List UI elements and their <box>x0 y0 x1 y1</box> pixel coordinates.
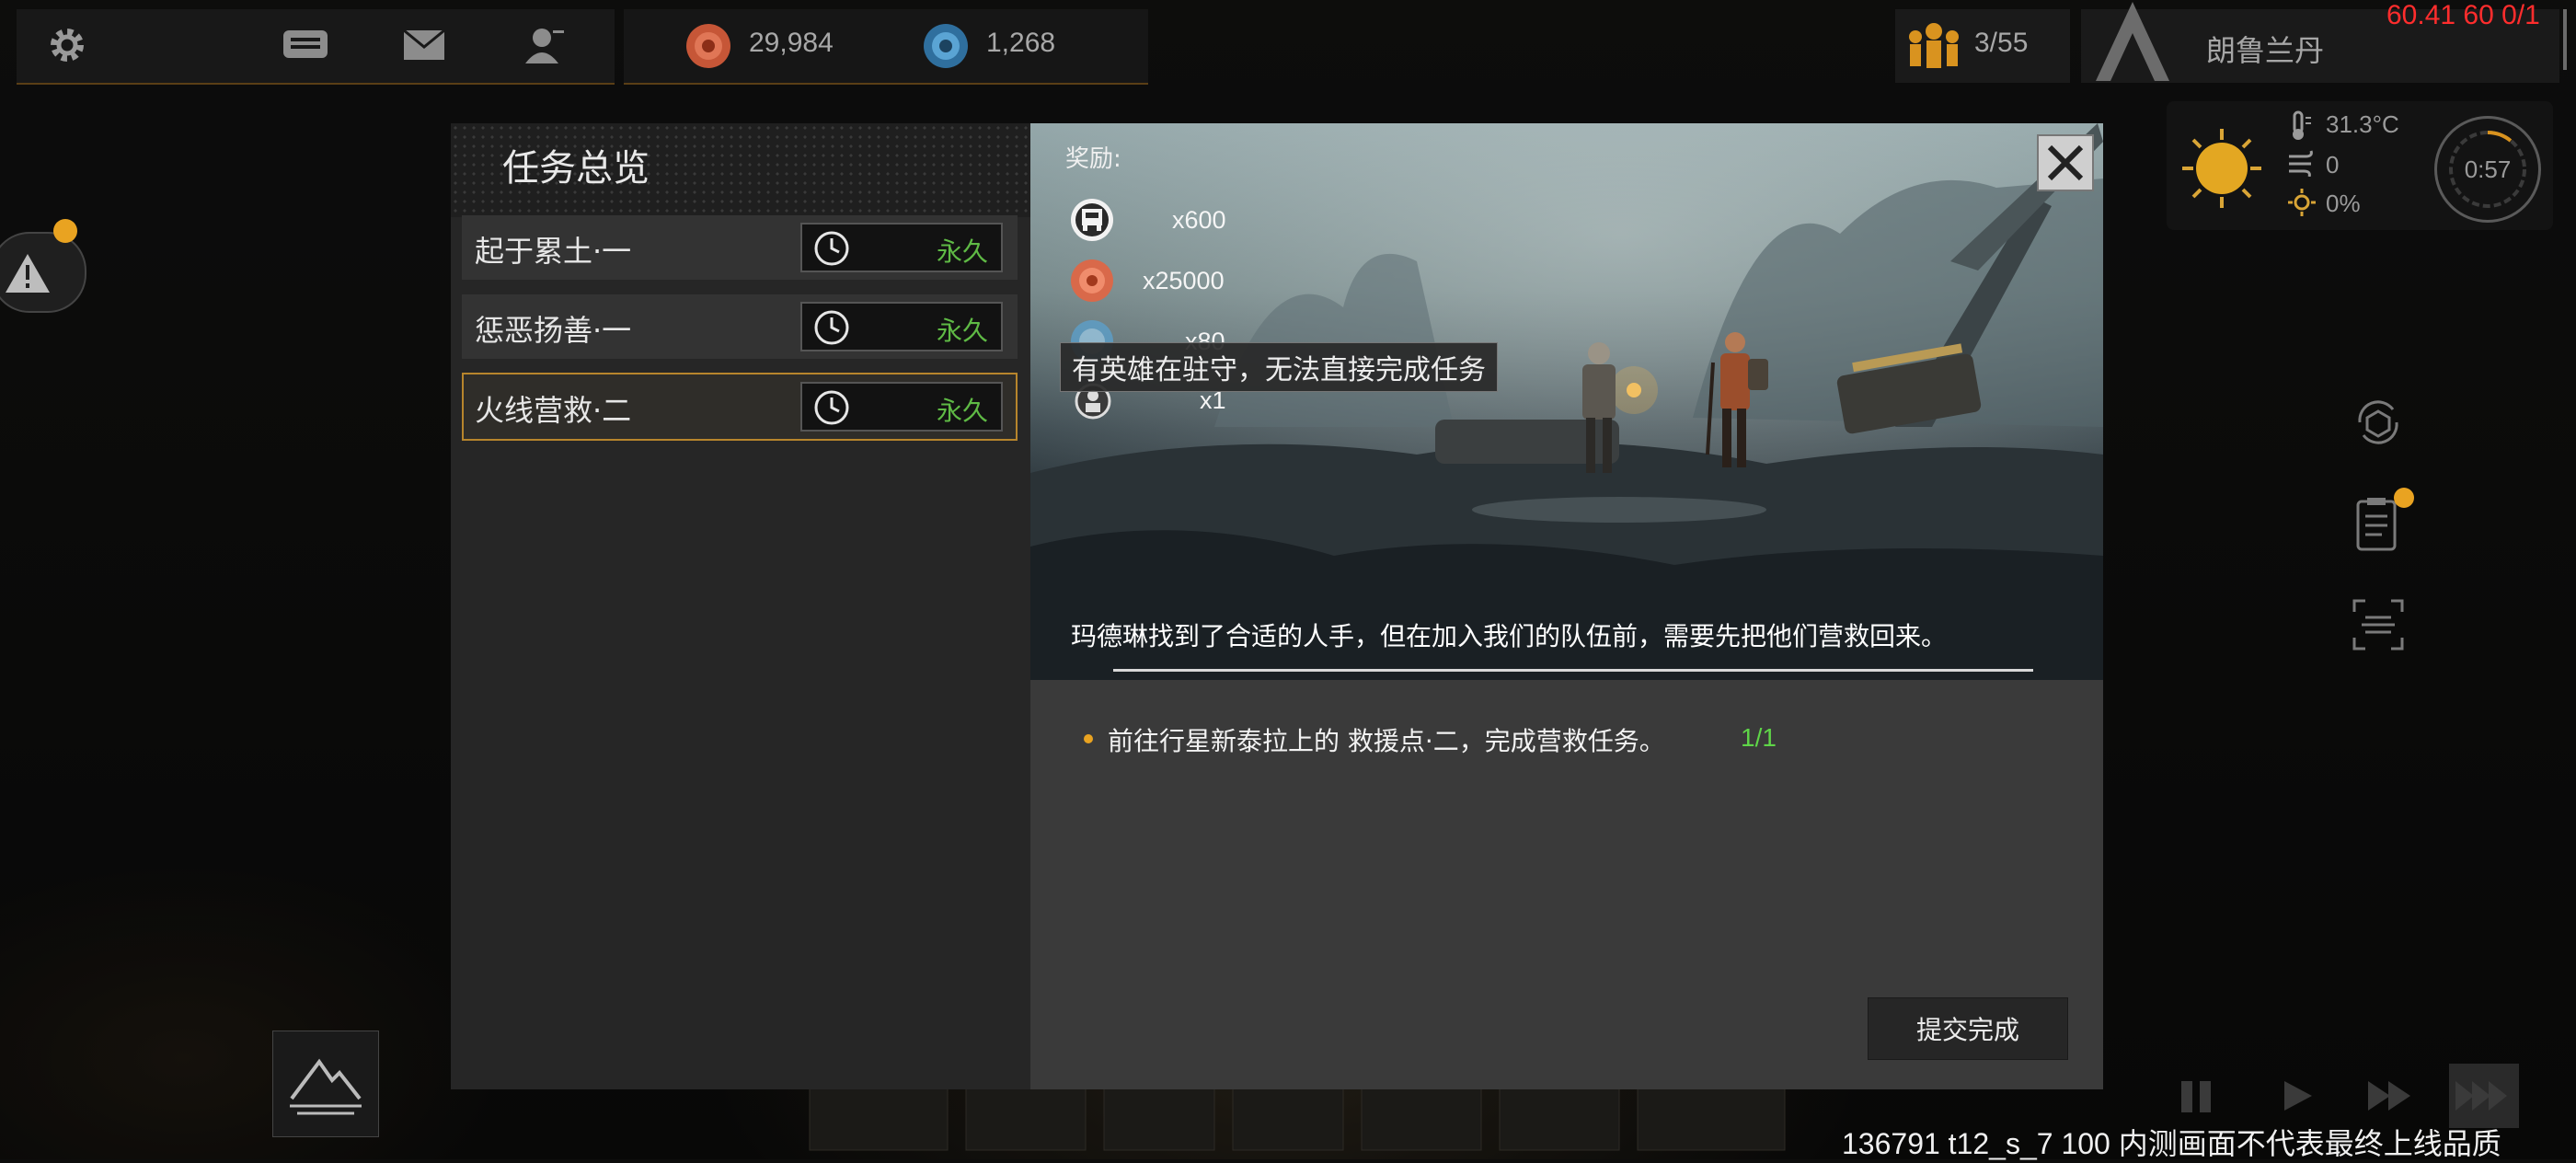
submit-button[interactable]: 提交完成 <box>1868 997 2068 1060</box>
mail-icon <box>403 29 445 60</box>
mail-button[interactable] <box>401 22 447 68</box>
chat-button[interactable] <box>282 22 328 68</box>
cargo-icon <box>1071 199 1113 241</box>
population-count: 3/55 <box>1974 28 2029 58</box>
task-name: 起于累土·一 <box>475 234 632 269</box>
scan-button[interactable] <box>2346 593 2410 657</box>
debug-stats: 60.41 60 0/1 <box>2386 0 2540 30</box>
temperature: 31.3°C <box>2326 110 2399 138</box>
scan-icon <box>2352 599 2404 651</box>
task-duration-box: 永久 <box>800 302 1003 351</box>
energy-resource[interactable] <box>922 22 970 74</box>
objective-progress: 1/1 <box>1741 723 1777 752</box>
play-button[interactable] <box>2261 1064 2331 1128</box>
pause-button[interactable] <box>2162 1064 2232 1128</box>
task-duration-box: 永久 <box>800 382 1003 432</box>
pause-icon <box>2181 1081 2211 1112</box>
reward-item-mineral[interactable] <box>1069 258 1115 307</box>
close-icon <box>2047 144 2084 181</box>
thermometer-icon <box>2287 109 2313 145</box>
task-name: 惩恶扬善·一 <box>475 313 632 348</box>
objective-text: 前往行星新泰拉上的 救援点·二，完成营救任务。 <box>1108 726 1665 756</box>
story-text: 玛德琳找到了合适的人手，但在加入我们的队伍前，需要先把他们营救回来。 <box>1071 621 1948 651</box>
mountain-icon <box>290 1058 362 1115</box>
fast-forward-button[interactable] <box>2355 1064 2425 1128</box>
reward-item-cargo[interactable] <box>1069 197 1115 247</box>
reward-qty: x25000 <box>1143 267 1225 294</box>
humidity: 0% <box>2326 190 2361 217</box>
task-duration: 永久 <box>936 236 988 267</box>
chat-icon <box>283 30 328 58</box>
alert-button[interactable] <box>0 232 86 313</box>
task-name: 火线营救·二 <box>475 393 632 428</box>
wind-icon <box>2287 149 2317 180</box>
gear-icon <box>51 29 84 62</box>
reward-qty: x600 <box>1172 206 1226 234</box>
map-button[interactable] <box>272 1031 379 1137</box>
tooltip-garrison-warning: 有英雄在驻守，无法直接完成任务 <box>1060 342 1498 392</box>
faction-logo <box>2081 0 2182 88</box>
mineral-icon <box>1071 259 1113 302</box>
play-icon <box>2284 1081 2312 1111</box>
edge-divider <box>2563 9 2567 70</box>
rotate-button[interactable] <box>2346 390 2410 455</box>
friends-button[interactable] <box>521 22 567 68</box>
energy-icon <box>924 24 968 68</box>
fast-forward-icon <box>2368 1081 2410 1111</box>
sunlight-icon <box>2287 188 2317 221</box>
clock-icon <box>814 310 849 345</box>
population-icon <box>1904 20 1963 75</box>
fastest-forward-button[interactable] <box>2449 1064 2519 1128</box>
alert-badge <box>53 219 77 243</box>
cube-rotate-icon <box>2358 400 2398 444</box>
task-duration: 永久 <box>936 396 988 426</box>
sun-icon <box>2180 127 2263 213</box>
tasks-badge <box>2394 488 2414 508</box>
player-name: 朗鲁兰丹 <box>2206 33 2325 68</box>
reward-label: 奖励: <box>1065 145 1121 173</box>
energy-count: 1,268 <box>986 28 1056 58</box>
mineral-resource[interactable] <box>684 22 732 74</box>
wind-speed: 0 <box>2326 151 2340 178</box>
story-divider <box>1113 669 2033 672</box>
clock-icon <box>814 231 849 266</box>
objective-bullet <box>1084 734 1093 743</box>
task-duration-box: 永久 <box>800 223 1003 272</box>
task-item-2[interactable]: 惩恶扬善·一 永久 <box>462 294 1018 359</box>
clock-time: 0:57 <box>2464 155 2512 183</box>
day-clock[interactable]: 0:57 <box>2434 116 2541 223</box>
task-item-3-selected[interactable]: 火线营救·二 永久 <box>462 373 1018 441</box>
person-icon <box>525 29 564 63</box>
close-button[interactable] <box>2037 134 2094 191</box>
clock-icon <box>814 390 849 425</box>
task-item-1[interactable]: 起于累土·一 永久 <box>462 215 1018 280</box>
mineral-icon <box>686 24 730 68</box>
warning-icon <box>6 254 50 293</box>
mineral-count: 29,984 <box>749 28 834 58</box>
panel-title: 任务总览 <box>502 147 650 190</box>
build-info-text: 136791 t12_s_7 100 内测画面不代表最终上线品质 <box>1842 1127 2501 1160</box>
settings-button[interactable] <box>44 22 90 68</box>
task-duration: 永久 <box>936 316 988 346</box>
triple-forward-icon <box>2455 1081 2507 1111</box>
